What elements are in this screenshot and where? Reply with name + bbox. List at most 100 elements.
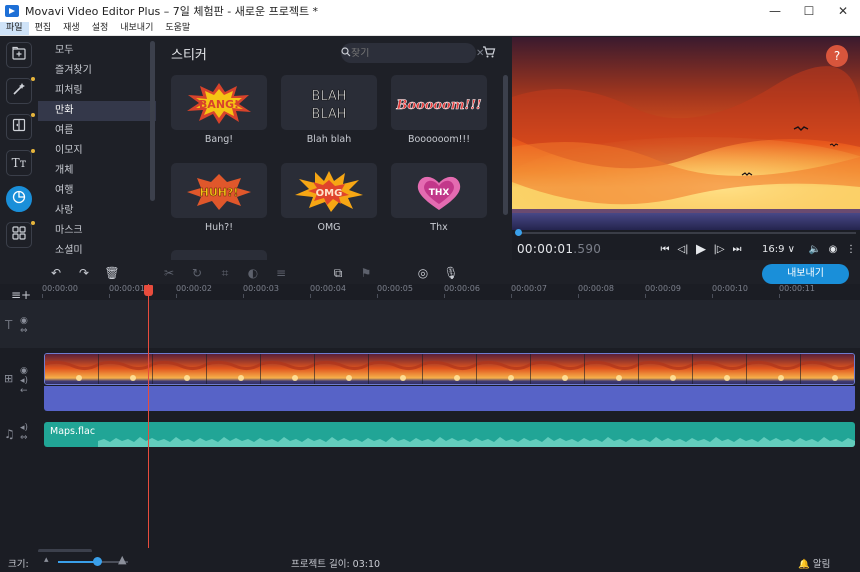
sticker-tile[interactable]: THX — [391, 163, 487, 218]
more-menu-icon[interactable]: ⋮ — [842, 244, 860, 255]
overlay-icon[interactable]: ⧉ — [330, 265, 346, 281]
visibility-eye-icon[interactable]: ◉ — [20, 366, 28, 376]
aspect-ratio-select[interactable]: 16:9 ∨ — [762, 244, 800, 255]
zoom-out-icon[interactable]: ▴ — [44, 555, 49, 565]
skip-end-icon[interactable]: ⏭ — [728, 244, 746, 255]
menu-export[interactable]: 내보내기 — [114, 22, 159, 35]
sticker-art-text: OMG — [316, 188, 343, 199]
frame-forward-icon[interactable]: |▷ — [710, 244, 728, 255]
category-comic[interactable]: 만화 — [38, 101, 156, 121]
sticker-tile[interactable]: HUH?! — [171, 163, 267, 218]
stickers-button[interactable] — [6, 186, 32, 212]
menu-help[interactable]: 도움말 — [159, 22, 196, 35]
crop-icon[interactable]: ⌗ — [217, 265, 233, 281]
skip-start-icon[interactable]: ⏮ — [656, 244, 674, 255]
window-title: Movavi Video Editor Plus – 7일 체험판 - 새로운 … — [25, 5, 319, 18]
sticker-tile[interactable]: OMG — [281, 163, 377, 218]
menu-bar: 파일 편집 재생 설정 내보내기 도움말 — [0, 22, 860, 36]
search-input[interactable] — [351, 47, 476, 59]
menu-edit[interactable]: 편집 — [29, 22, 58, 35]
webcam-record-icon[interactable]: ◎ — [415, 265, 431, 281]
rotate-icon[interactable]: ↻ — [189, 265, 205, 281]
time-ruler[interactable]: 00:00:00 00:00:01 00:00:02 00:00:03 00:0… — [38, 284, 860, 298]
import-button[interactable] — [6, 42, 32, 68]
link-icon[interactable]: ⇔ — [20, 326, 28, 336]
menu-playback[interactable]: 재생 — [57, 22, 86, 35]
video-track[interactable]: ⊞ ◉ ◂) ← — [0, 350, 860, 414]
sticker-tile[interactable]: BLAH BLAH — [281, 75, 377, 130]
arrow-left-icon[interactable]: ← — [20, 386, 28, 396]
new-badge — [31, 149, 35, 153]
frame-back-icon[interactable]: ◁| — [674, 244, 692, 255]
mute-speaker-icon[interactable]: ◂) — [20, 376, 28, 386]
filters-button[interactable] — [6, 77, 35, 104]
category-objects[interactable]: 개체 — [38, 161, 156, 181]
sticker-blah-art: BLAH BLAH — [311, 88, 347, 122]
playhead-handle[interactable] — [144, 285, 153, 296]
help-button[interactable]: ? — [826, 45, 848, 67]
sticker-panel: 스티커 ✕ BANG! BLAH BLAH Booooom!!! Bang! B… — [160, 37, 510, 260]
sticker-tile[interactable]: Booooom!!! — [391, 75, 487, 130]
audio-track[interactable]: ♫ ◂) ⇔ Maps.flac — [0, 417, 860, 453]
volume-icon[interactable]: 🔈 — [806, 244, 824, 255]
sticker-tile[interactable]: BANG! — [171, 75, 267, 130]
visibility-eye-icon[interactable]: ◉ — [20, 316, 28, 326]
category-all[interactable]: 모두 — [38, 41, 156, 61]
menu-file[interactable]: 파일 — [0, 22, 29, 35]
close-button[interactable]: ✕ — [826, 0, 860, 22]
clip-properties-icon[interactable]: ≡ — [273, 265, 289, 281]
category-love[interactable]: 사랑 — [38, 201, 156, 221]
ruler-label: 00:00:09 — [645, 284, 681, 298]
transitions-button[interactable] — [6, 113, 35, 140]
preview-progress[interactable] — [512, 229, 860, 236]
sticker-label: Huh?! — [204, 222, 234, 233]
category-masks[interactable]: 마스크 — [38, 221, 156, 241]
link-icon[interactable]: ⇔ — [20, 433, 28, 443]
delete-icon[interactable]: 🗑 — [104, 265, 120, 281]
color-adjust-icon[interactable]: ◐ — [245, 265, 261, 281]
category-social[interactable]: 소셜미 — [38, 241, 156, 260]
search-box[interactable]: ✕ — [341, 43, 484, 63]
sticker-art-text: BLAH — [311, 107, 346, 122]
preview-knob[interactable] — [515, 229, 522, 236]
category-summer[interactable]: 여름 — [38, 121, 156, 141]
zoom-in-icon[interactable]: ▲ — [118, 553, 126, 566]
video-clip-audio-band[interactable] — [44, 386, 855, 411]
minimize-button[interactable]: — — [758, 0, 792, 22]
zoom-slider-knob[interactable] — [93, 557, 102, 566]
category-scrollbar[interactable] — [150, 41, 155, 201]
category-favorites[interactable]: 즐겨찾기 — [38, 61, 156, 81]
snapshot-icon[interactable]: ◉ — [824, 244, 842, 255]
category-featured[interactable]: 피처링 — [38, 81, 156, 101]
export-button[interactable]: 내보내기 — [762, 264, 849, 284]
new-badge — [31, 77, 35, 81]
category-travel[interactable]: 여행 — [38, 181, 156, 201]
audio-clip[interactable]: Maps.flac — [44, 422, 855, 447]
marker-flag-icon[interactable]: ⚑ — [358, 265, 374, 281]
cut-icon[interactable]: ✂ — [161, 265, 177, 281]
mute-speaker-icon[interactable]: ◂) — [20, 423, 28, 433]
redo-icon[interactable]: ↷ — [76, 265, 92, 281]
sticker-tile[interactable] — [171, 250, 267, 260]
menu-settings[interactable]: 설정 — [86, 22, 115, 35]
undo-icon[interactable]: ↶ — [48, 265, 64, 281]
category-emoji[interactable]: 이모지 — [38, 141, 156, 161]
text-track-icon: T — [5, 318, 13, 332]
microphone-icon[interactable]: 🎙 — [443, 265, 459, 281]
video-clip-thumbnails[interactable] — [44, 353, 855, 385]
bell-icon: 🔔 — [798, 559, 810, 570]
alerts-button[interactable]: 🔔 알림 — [798, 556, 830, 570]
store-cart-icon[interactable] — [482, 45, 496, 59]
panel-title: 스티커 — [171, 48, 207, 63]
sticker-scrollbar[interactable] — [503, 75, 508, 215]
video-track-icon: ⊞ — [4, 372, 14, 385]
more-tools-button[interactable] — [6, 221, 35, 248]
maximize-button[interactable]: ☐ — [792, 0, 826, 22]
play-icon[interactable]: ▶ — [692, 242, 710, 257]
new-badge — [31, 221, 35, 225]
text-track[interactable]: T ◉ ⇔ — [0, 300, 860, 348]
app-logo-icon — [5, 5, 19, 17]
video-preview: ? — [512, 37, 860, 230]
titles-button[interactable]: Tт — [6, 149, 35, 176]
sticker-art-text: BANG! — [199, 98, 239, 111]
